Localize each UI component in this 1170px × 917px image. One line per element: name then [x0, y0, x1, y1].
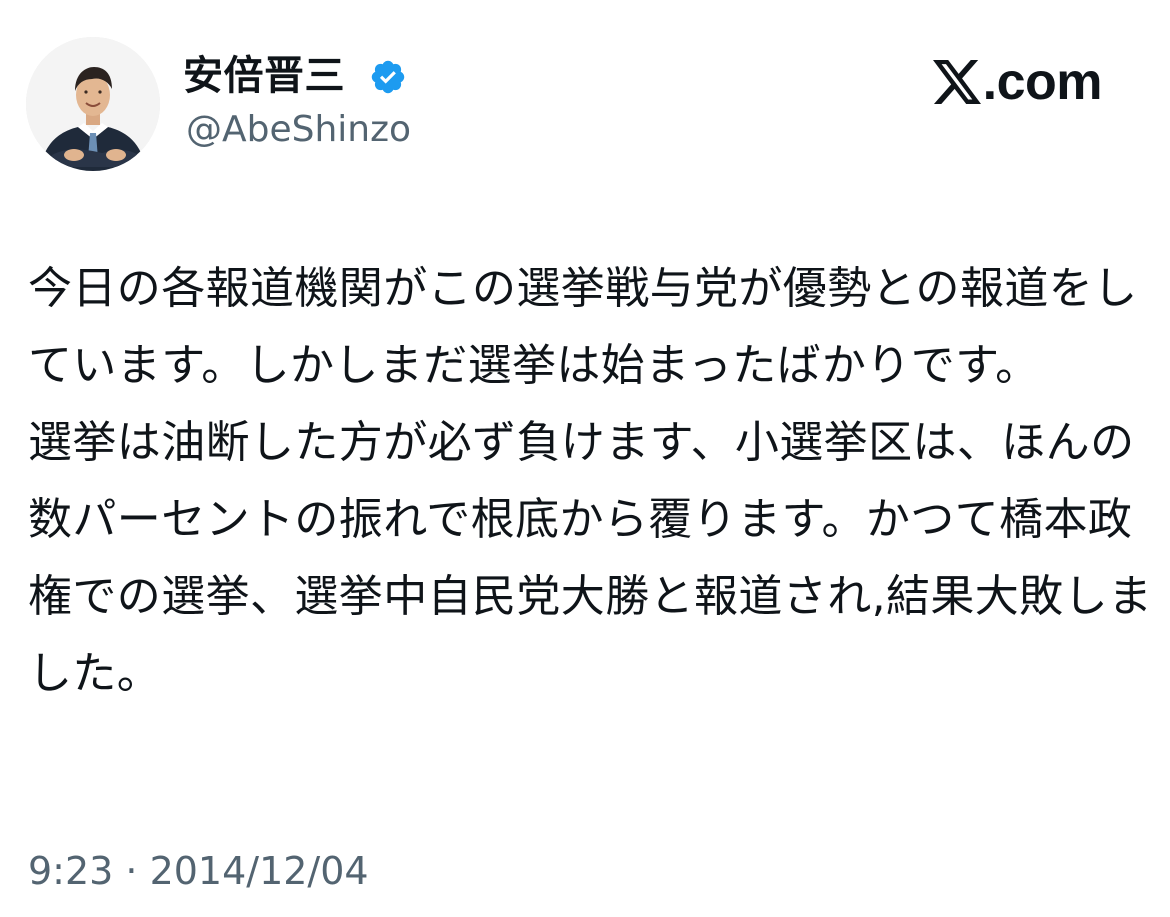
- avatar[interactable]: [26, 37, 160, 171]
- x-logo-icon: [932, 60, 981, 104]
- user-handle[interactable]: @AbeShinzo: [186, 107, 411, 153]
- tweet-timestamp[interactable]: 9:23 · 2014/12/04: [28, 847, 369, 895]
- profile-photo: [26, 37, 160, 171]
- tweet-text: 今日の各報道機関がこの選挙戦与党が優勢との報道をしています。しかしまだ選挙は始ま…: [28, 263, 1153, 699]
- display-name[interactable]: 安倍晋三: [183, 52, 345, 100]
- site-domain-text: .com: [982, 53, 1103, 111]
- site-watermark: .com: [932, 52, 1103, 112]
- verified-badge-icon: [369, 58, 407, 96]
